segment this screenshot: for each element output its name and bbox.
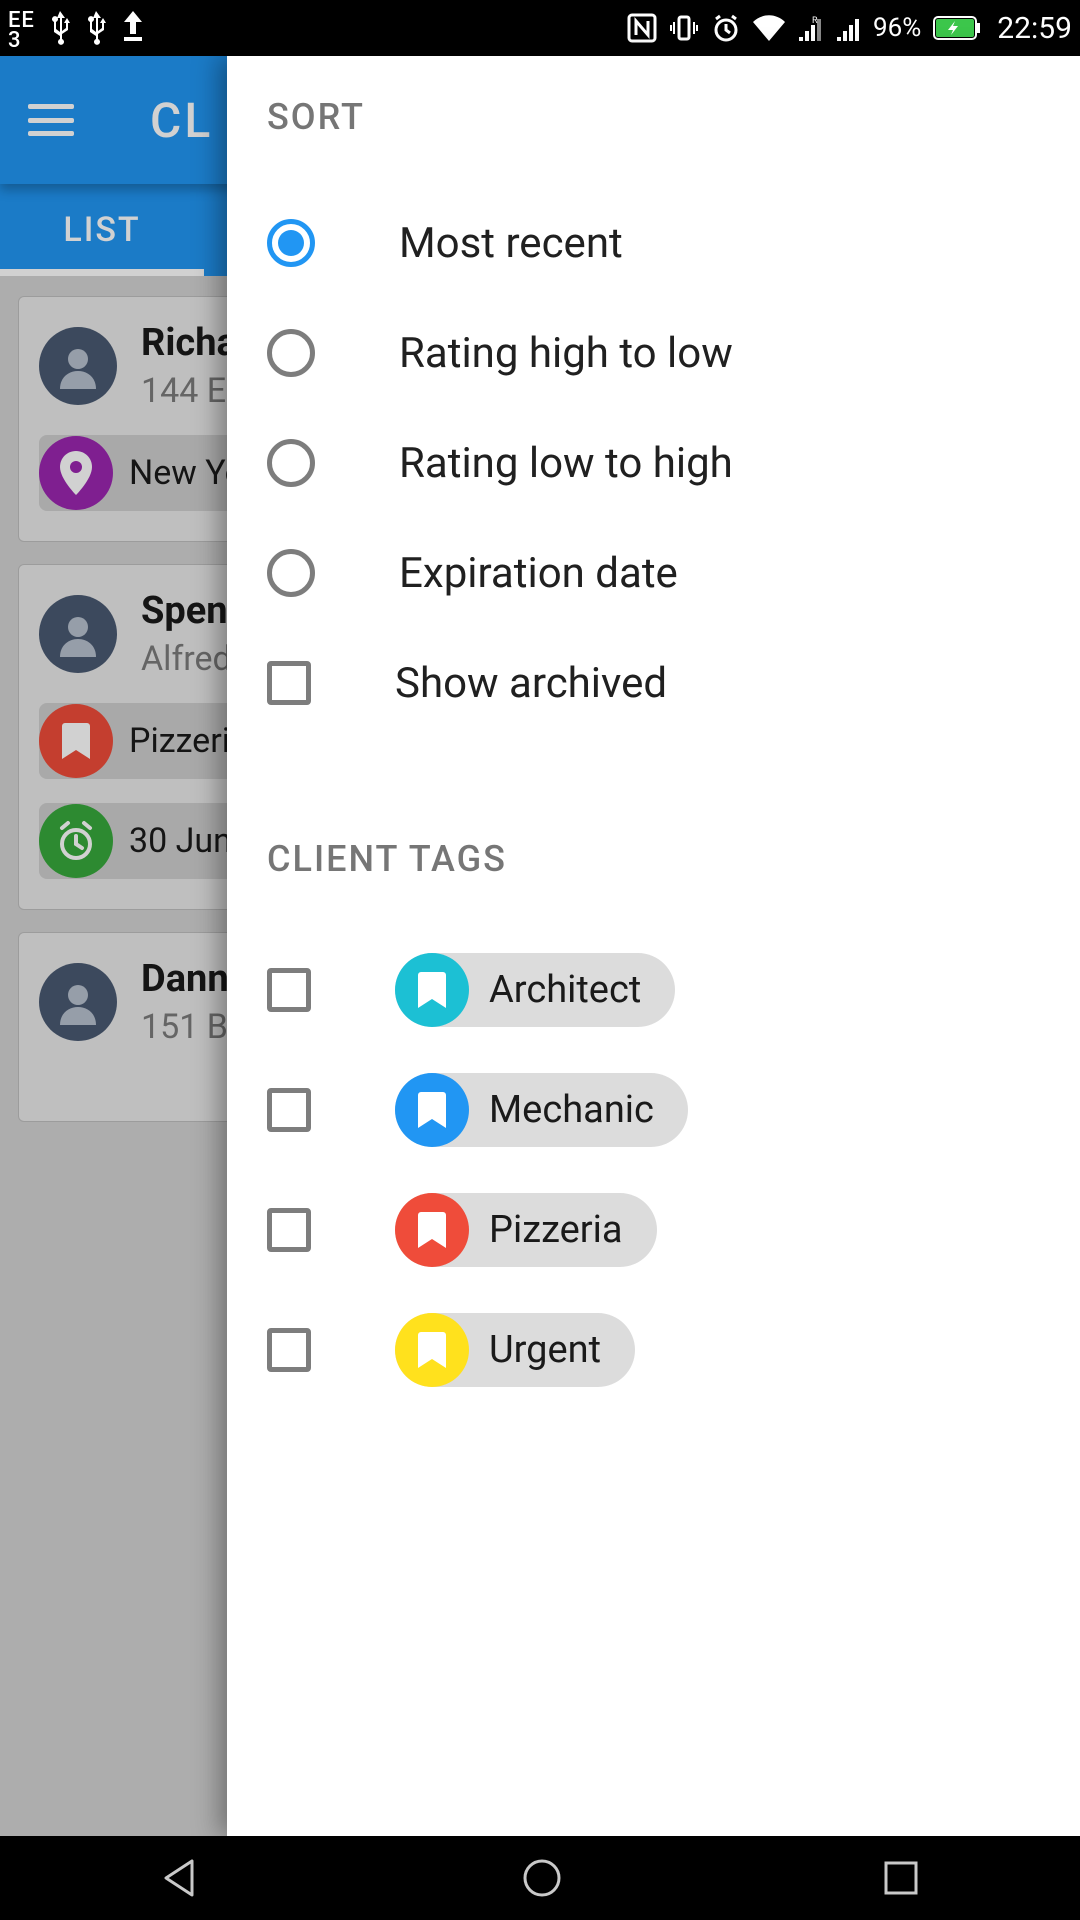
svg-text:R: R <box>812 16 818 26</box>
signal-icon: R <box>797 15 823 41</box>
usb-icon <box>49 11 71 45</box>
bookmark-icon <box>39 704 113 778</box>
checkbox-icon[interactable] <box>267 1328 311 1372</box>
alarm-icon <box>39 804 113 878</box>
status-right: R 96% 22:59 <box>627 11 1072 46</box>
sort-option-label: Rating high to low <box>399 329 733 378</box>
tag-pill: Architect <box>395 953 675 1027</box>
menu-icon[interactable] <box>28 104 74 136</box>
status-left: EE 3 <box>8 5 145 51</box>
tags-section-title: CLIENT TAGS <box>267 838 1080 880</box>
upload-icon <box>121 11 145 41</box>
bookmark-icon <box>395 1073 469 1147</box>
tag-filter-architect[interactable]: Architect <box>267 930 1080 1050</box>
tag-pill: Pizzeria <box>395 1193 657 1267</box>
checkbox-icon[interactable] <box>267 1208 311 1252</box>
clock-time: 22:59 <box>993 11 1072 46</box>
nfc-icon <box>627 13 657 43</box>
location-pin-icon <box>39 436 113 510</box>
alarm-icon <box>711 13 741 43</box>
tag-label: Mechanic <box>489 1088 654 1132</box>
sort-option-rating-low-high[interactable]: Rating low to high <box>267 408 1080 518</box>
avatar-icon <box>39 327 117 405</box>
app-title: CL <box>150 92 213 149</box>
checkbox-icon[interactable] <box>267 968 311 1012</box>
avatar-icon <box>39 595 117 673</box>
carrier-label: EE 3 <box>8 11 35 51</box>
tag-filter-mechanic[interactable]: Mechanic <box>267 1050 1080 1170</box>
tag-label: Architect <box>489 968 641 1012</box>
wifi-icon <box>753 15 785 41</box>
signal-icon <box>835 15 861 41</box>
tag-label: Urgent <box>489 1328 601 1372</box>
bookmark-icon <box>395 1193 469 1267</box>
tag-filter-pizzeria[interactable]: Pizzeria <box>267 1170 1080 1290</box>
back-button[interactable] <box>160 1857 202 1899</box>
radio-icon[interactable] <box>267 329 315 377</box>
battery-percentage: 96% <box>873 13 921 43</box>
tag-pill: Mechanic <box>395 1073 688 1147</box>
checkbox-icon[interactable] <box>267 1088 311 1132</box>
radio-icon[interactable] <box>267 219 315 267</box>
tag-pill: Urgent <box>395 1313 635 1387</box>
sort-option-label: Expiration date <box>399 549 678 598</box>
recent-apps-button[interactable] <box>882 1859 920 1897</box>
sort-option-label: Most recent <box>399 219 623 268</box>
vibrate-icon <box>669 13 699 43</box>
filter-drawer: SORT Most recent Rating high to low Rati… <box>227 56 1080 1836</box>
sort-option-rating-high-low[interactable]: Rating high to low <box>267 298 1080 408</box>
tag-filter-urgent[interactable]: Urgent <box>267 1290 1080 1410</box>
sort-option-most-recent[interactable]: Most recent <box>267 188 1080 298</box>
home-button[interactable] <box>521 1857 563 1899</box>
status-bar: EE 3 R 96% <box>0 0 1080 56</box>
system-nav-bar <box>0 1836 1080 1920</box>
carrier-sub: 3 <box>8 31 35 51</box>
tag-label: Pizzeria <box>489 1208 623 1252</box>
radio-icon[interactable] <box>267 549 315 597</box>
sort-option-label: Rating low to high <box>399 439 733 488</box>
bookmark-icon <box>395 1313 469 1387</box>
sort-section-title: SORT <box>267 96 1080 138</box>
usb-icon <box>85 11 107 45</box>
radio-icon[interactable] <box>267 439 315 487</box>
tab-list[interactable]: LIST <box>0 184 204 276</box>
checkbox-icon[interactable] <box>267 661 311 705</box>
battery-icon <box>933 16 981 40</box>
sort-option-expiration-date[interactable]: Expiration date <box>267 518 1080 628</box>
sort-option-show-archived[interactable]: Show archived <box>267 628 1080 738</box>
sort-option-label: Show archived <box>395 659 667 708</box>
bookmark-icon <box>395 953 469 1027</box>
avatar-icon <box>39 963 117 1041</box>
tab-list-label: LIST <box>63 210 140 250</box>
